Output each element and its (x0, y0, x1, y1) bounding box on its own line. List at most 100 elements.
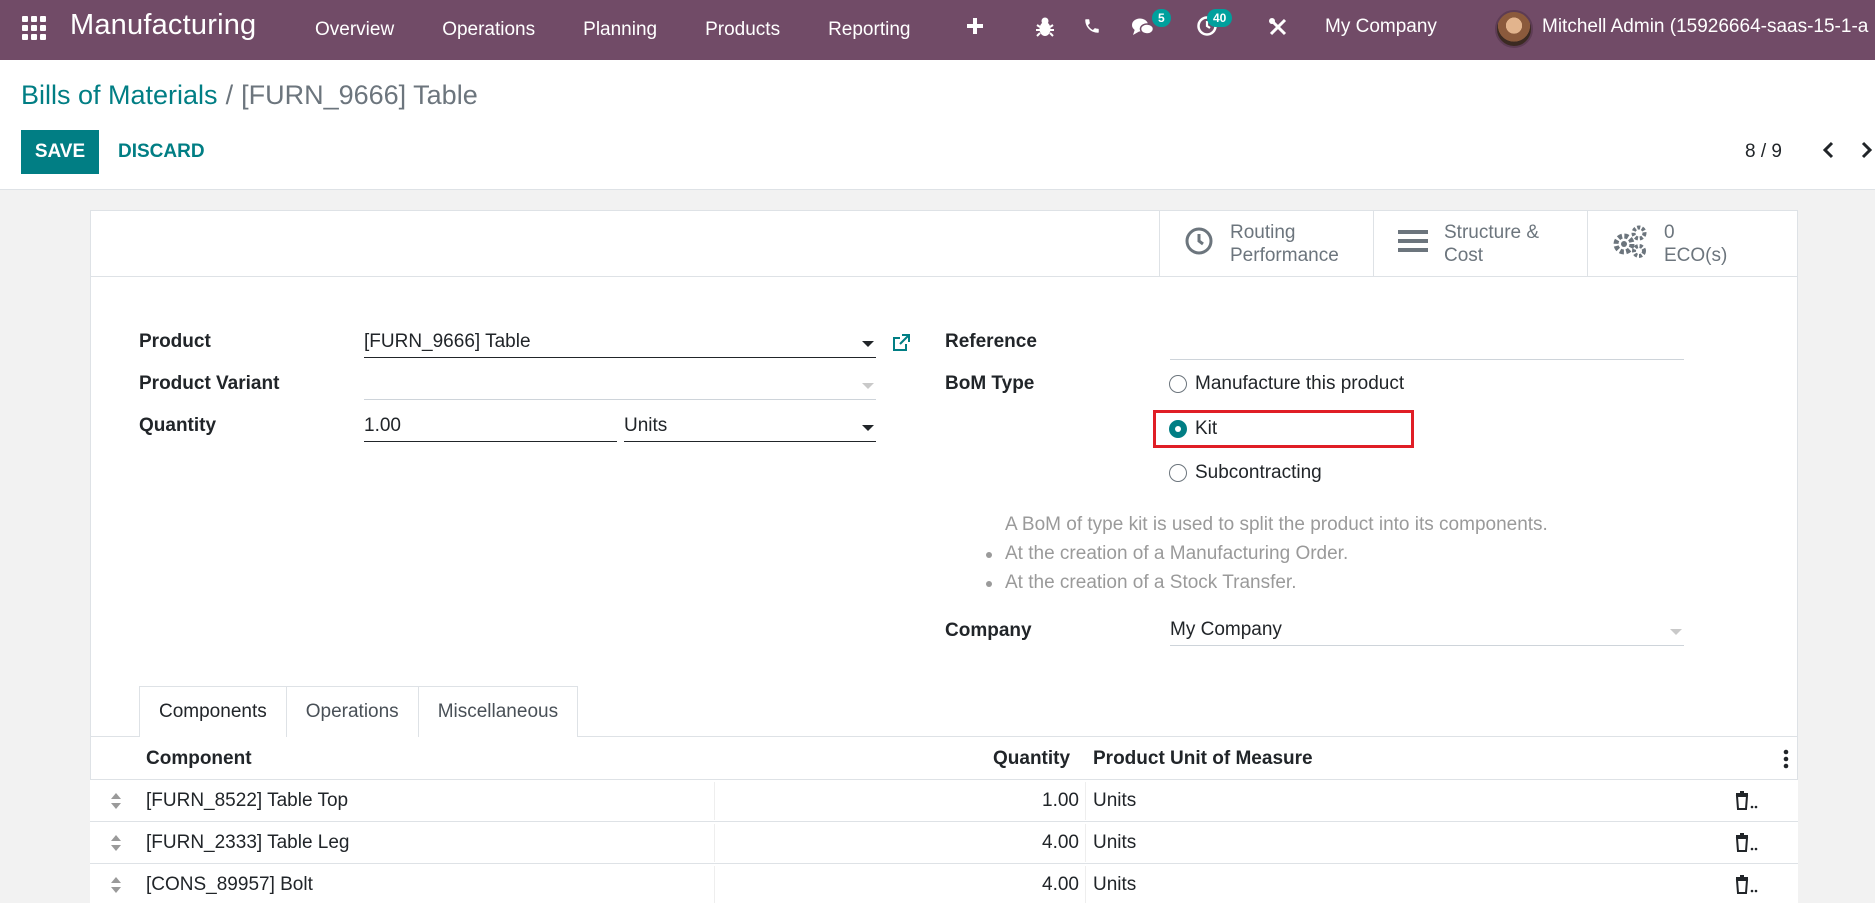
radio-button-checked[interactable] (1169, 420, 1187, 438)
component-cell[interactable]: [FURN_2333] Table Leg (146, 832, 350, 854)
reference-field[interactable] (1170, 330, 1684, 360)
main-menu: Overview Operations Planning Products Re… (315, 0, 958, 60)
cell-divider (1085, 782, 1086, 820)
breadcrumb-separator: / (225, 80, 234, 110)
tools-icon[interactable] (1268, 17, 1288, 43)
chevron-down-icon[interactable] (862, 341, 874, 347)
external-link-icon[interactable] (891, 333, 911, 359)
uom-field[interactable]: Units (624, 412, 876, 442)
gears-icon (1612, 224, 1648, 264)
notebook-tabs: Components Operations Miscellaneous (139, 686, 579, 738)
structure-line1: Structure & (1444, 222, 1540, 243)
chevron-down-icon[interactable] (862, 425, 874, 431)
trash-icon[interactable] (1734, 832, 1760, 858)
routing-performance-button[interactable]: Routing Performance (1159, 211, 1373, 277)
menu-reporting[interactable]: Reporting (828, 19, 910, 41)
uom-cell[interactable]: Units (1093, 832, 1136, 854)
tab-miscellaneous[interactable]: Miscellaneous (417, 686, 579, 737)
apps-menu-icon[interactable] (22, 16, 46, 40)
menu-operations[interactable]: Operations (442, 19, 535, 41)
structure-line2: Cost (1444, 245, 1484, 266)
company-field[interactable]: My Company (1170, 616, 1684, 646)
table-row[interactable]: [FURN_8522] Table Top 1.00 Units (90, 780, 1798, 822)
menu-planning[interactable]: Planning (583, 19, 657, 41)
company-value: My Company (1170, 619, 1282, 640)
column-options-icon[interactable] (1783, 749, 1789, 775)
discard-button[interactable]: DISCARD (118, 130, 205, 174)
plus-icon[interactable] (966, 17, 984, 41)
user-menu[interactable]: Mitchell Admin (15926664-saas-15-1-a (1542, 16, 1868, 38)
chevron-down-icon[interactable] (862, 383, 874, 389)
bom-help-bullet: At the creation of a Stock Transfer. (986, 572, 1297, 593)
column-component[interactable]: Component (146, 748, 252, 770)
clock-icon (1184, 226, 1214, 262)
cell-divider (1085, 824, 1086, 862)
component-cell[interactable]: [CONS_89957] Bolt (146, 874, 313, 896)
chevron-down-icon[interactable] (1670, 629, 1682, 635)
tab-operations[interactable]: Operations (285, 686, 419, 737)
activity-badge: 40 (1207, 9, 1233, 27)
pager-next-icon[interactable] (1860, 140, 1874, 166)
structure-cost-button[interactable]: Structure & Cost (1373, 211, 1587, 277)
bom-type-label: BoM Type (945, 373, 1035, 394)
component-cell[interactable]: [FURN_8522] Table Top (146, 790, 348, 812)
radio-button[interactable] (1169, 464, 1187, 482)
bom-help-intro: A BoM of type kit is used to split the p… (1005, 514, 1548, 535)
product-value: [FURN_9666] Table (364, 331, 531, 352)
menu-products[interactable]: Products (705, 19, 780, 41)
control-panel: Bills of Materials / [FURN_9666] Table SAV… (0, 60, 1875, 190)
trash-icon[interactable] (1734, 790, 1760, 816)
breadcrumb-parent[interactable]: Bills of Materials (21, 80, 218, 110)
quantity-cell[interactable]: 1.00 (1042, 790, 1079, 812)
bars-icon (1398, 228, 1428, 260)
reference-label: Reference (945, 331, 1037, 352)
quantity-field[interactable]: 1.00 (364, 412, 617, 442)
eco-button[interactable]: 0 ECO(s) (1587, 211, 1801, 277)
product-variant-label: Product Variant (139, 373, 280, 394)
app-title[interactable]: Manufacturing (70, 9, 256, 42)
column-uom[interactable]: Product Unit of Measure (1093, 748, 1313, 770)
pager-value[interactable]: 8 / 9 (1745, 141, 1782, 163)
tab-components[interactable]: Components (139, 686, 287, 738)
column-quantity[interactable]: Quantity (993, 748, 1070, 770)
radio-button[interactable] (1169, 375, 1187, 393)
table-row[interactable]: [CONS_89957] Bolt 4.00 Units (90, 864, 1798, 903)
quantity-cell[interactable]: 4.00 (1042, 832, 1079, 854)
company-label: Company (945, 620, 1032, 641)
bom-type-subcontracting-label: Subcontracting (1195, 462, 1322, 483)
company-switcher[interactable]: My Company (1325, 16, 1437, 38)
uom-cell[interactable]: Units (1093, 790, 1136, 812)
save-button[interactable]: SAVE (21, 130, 99, 174)
uom-cell[interactable]: Units (1093, 874, 1136, 896)
product-variant-field[interactable] (364, 370, 876, 400)
bom-type-subcontracting-option[interactable]: Subcontracting (1169, 462, 1322, 484)
phone-icon[interactable] (1083, 17, 1101, 41)
drag-handle-icon[interactable] (110, 834, 122, 858)
product-field[interactable]: [FURN_9666] Table (364, 328, 876, 358)
smart-button-box: Routing Performance Structure & Cost 0 E… (91, 211, 1797, 277)
bom-type-manufacture-label: Manufacture this product (1195, 373, 1405, 394)
bug-icon[interactable] (1035, 16, 1055, 44)
chat-badge: 5 (1152, 9, 1171, 27)
uom-value: Units (624, 415, 668, 436)
routing-performance-label: Routing Performance (1230, 221, 1339, 267)
cell-divider (714, 824, 715, 862)
cell-divider (1085, 866, 1086, 903)
quantity-cell[interactable]: 4.00 (1042, 874, 1079, 896)
cell-divider (714, 866, 715, 903)
user-avatar[interactable] (1495, 10, 1533, 48)
drag-handle-icon[interactable] (110, 876, 122, 900)
routing-line1: Routing (1230, 222, 1296, 243)
bom-help-bullet: At the creation of a Manufacturing Order… (985, 543, 1349, 564)
drag-handle-icon[interactable] (110, 792, 122, 816)
trash-icon[interactable] (1734, 874, 1760, 900)
eco-label: 0 ECO(s) (1664, 221, 1727, 267)
breadcrumb-current: [FURN_9666] Table (241, 80, 478, 110)
bom-type-kit-option[interactable]: Kit (1169, 418, 1217, 440)
menu-overview[interactable]: Overview (315, 19, 394, 41)
eco-text: ECO(s) (1664, 245, 1728, 266)
bom-type-kit-label: Kit (1195, 418, 1218, 439)
pager-previous-icon[interactable] (1821, 140, 1835, 166)
bom-type-manufacture-option[interactable]: Manufacture this product (1169, 373, 1404, 395)
table-row[interactable]: [FURN_2333] Table Leg 4.00 Units (90, 822, 1798, 864)
